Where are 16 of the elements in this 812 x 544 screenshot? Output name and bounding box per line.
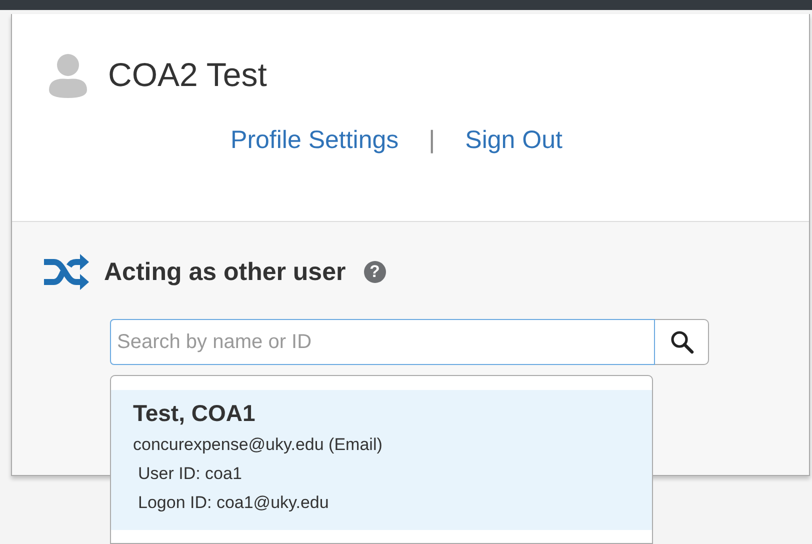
profile-link[interactable]: Sign Out (465, 126, 562, 155)
result-email: concurexpense@uky.edu (Email) (133, 435, 384, 455)
result-user-id: User ID: coa1 (137, 464, 243, 484)
shuffle-icon (42, 252, 90, 292)
result-logon-id: Logon ID: coa1@uky.edu (137, 493, 330, 513)
result-name: Test, COA1 (133, 400, 256, 427)
search-field[interactable]: Search by name or ID (110, 319, 655, 365)
user-name: COA2 Test (108, 56, 267, 94)
help-icon[interactable]: ? (364, 261, 386, 283)
search-button[interactable] (655, 319, 709, 365)
section-title: Acting as other user (104, 258, 346, 286)
result-item[interactable]: Test, COA1 concurexpense@uky.edu (Email) User ID: coa1 Logon ID: coa1@uky.edu (111, 390, 652, 530)
profile-link[interactable]: Profile Settings (230, 126, 399, 155)
link-separator: | (428, 126, 436, 155)
avatar-icon (48, 52, 88, 98)
search-icon (670, 330, 694, 354)
